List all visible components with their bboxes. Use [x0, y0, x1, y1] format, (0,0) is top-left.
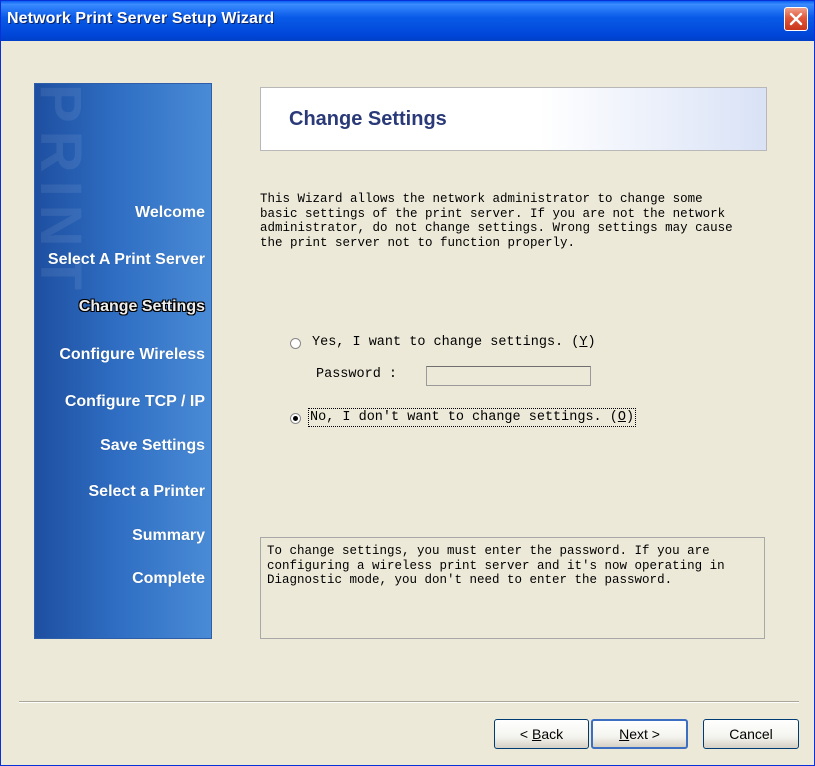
yes-option-label: Yes, I want to change settings. (Y) — [312, 335, 596, 350]
password-field[interactable] — [426, 366, 591, 386]
step-configure-wireless: Configure Wireless — [59, 346, 205, 363]
no-option-label: No, I don't want to change settings. (O) — [307, 408, 637, 427]
password-label: Password : — [316, 367, 398, 382]
description-text: This Wizard allows the network administr… — [260, 192, 733, 250]
step-save-settings: Save Settings — [100, 437, 205, 454]
step-complete: Complete — [132, 570, 205, 587]
info-text: To change settings, you must enter the p… — [267, 544, 725, 587]
close-button[interactable] — [784, 7, 808, 31]
step-summary: Summary — [132, 527, 205, 544]
footer-separator-highlight — [19, 702, 799, 703]
back-button[interactable]: < Back — [494, 719, 589, 749]
cancel-button[interactable]: Cancel — [703, 719, 799, 749]
back-accel-key: B — [531, 726, 542, 742]
close-icon — [789, 12, 803, 26]
back-label-rest: ack — [541, 726, 564, 742]
page-header: Change Settings — [260, 87, 767, 151]
step-select-printer: Select a Printer — [88, 483, 206, 500]
title-bar[interactable]: Network Print Server Setup Wizard — [1, 1, 814, 41]
next-label-rest: ext > — [629, 726, 660, 742]
wizard-window: Network Print Server Setup Wizard PRINT … — [0, 0, 815, 766]
yes-radio[interactable] — [290, 338, 301, 349]
window-title: Network Print Server Setup Wizard — [7, 10, 275, 27]
no-label-text: No, I don't want to change settings. ( — [310, 410, 618, 425]
back-prefix: < — [519, 726, 532, 742]
step-select-print-server: Select A Print Server — [47, 251, 205, 268]
info-panel: To change settings, you must enter the p… — [260, 537, 765, 639]
step-configure-tcpip: Configure TCP / IP — [64, 393, 205, 410]
yes-label-text: Yes, I want to change settings. ( — [312, 335, 580, 350]
no-accel-key: O — [617, 410, 626, 425]
step-change-settings: Change Settings — [78, 298, 205, 315]
yes-accel-key: Y — [579, 335, 588, 350]
no-radio[interactable] — [290, 413, 301, 424]
next-accel-key: N — [619, 726, 630, 742]
page-title: Change Settings — [289, 108, 447, 130]
wizard-steps-sidebar: PRINT Welcome Select A Print Server Chan… — [34, 83, 212, 639]
step-welcome: Welcome — [135, 204, 205, 221]
next-button[interactable]: Next > — [591, 719, 688, 749]
